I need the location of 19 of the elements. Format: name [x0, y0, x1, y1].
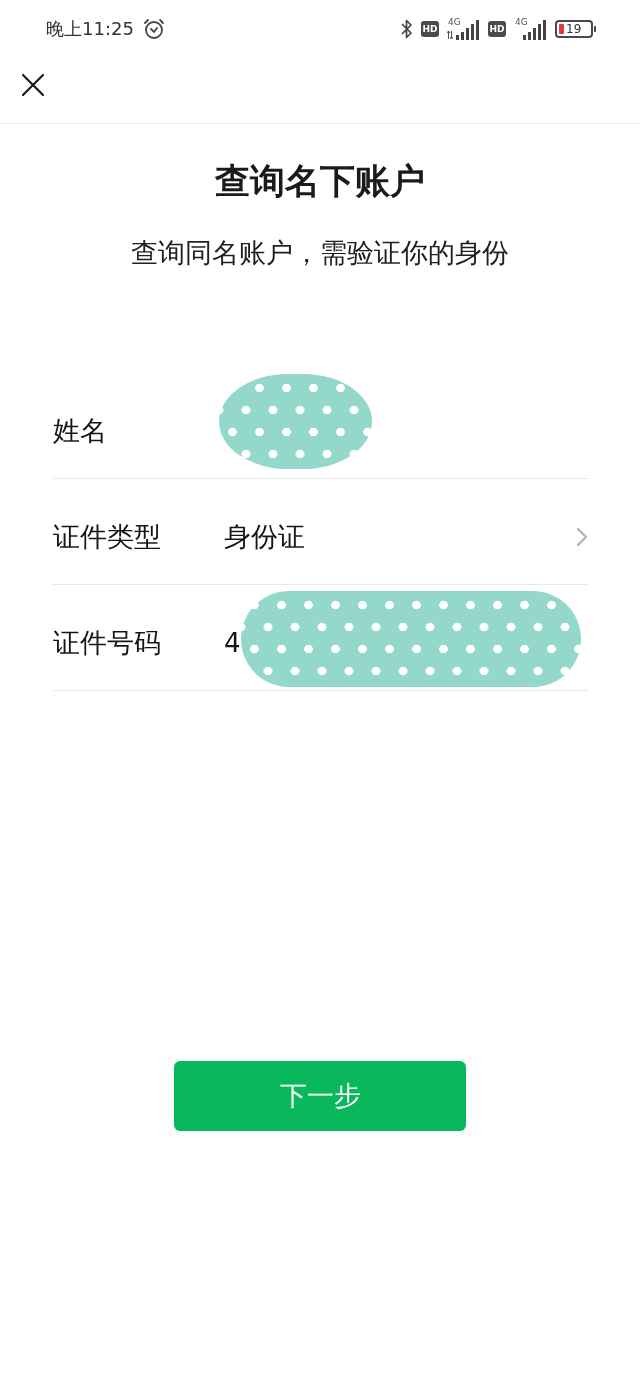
page-subtitle: 查询同名账户，需验证你的身份: [130, 236, 510, 270]
field-label: 证件类型: [53, 519, 162, 554]
field-label: 证件号码: [53, 625, 162, 660]
battery-percent: 19: [566, 23, 582, 35]
chevron-right-icon: [576, 526, 588, 547]
page-title: 查询名下账户: [214, 160, 426, 203]
field-label: 姓名: [53, 413, 108, 448]
hd-indicator: HD: [488, 21, 506, 37]
alarm-clock-icon: [142, 18, 165, 40]
network-type: 4G: [448, 18, 461, 27]
battery-level-icon: [559, 24, 564, 34]
id-type-select[interactable]: 身份证: [224, 512, 588, 561]
input-field[interactable]: 4: [224, 622, 240, 663]
network-type: 4G: [515, 18, 528, 27]
close-button[interactable]: [20, 72, 46, 98]
hd-indicator: HD: [421, 21, 439, 37]
bluetooth-icon: [401, 19, 413, 39]
status-time: 晚上11:25: [46, 17, 134, 41]
close-icon: [22, 74, 44, 96]
